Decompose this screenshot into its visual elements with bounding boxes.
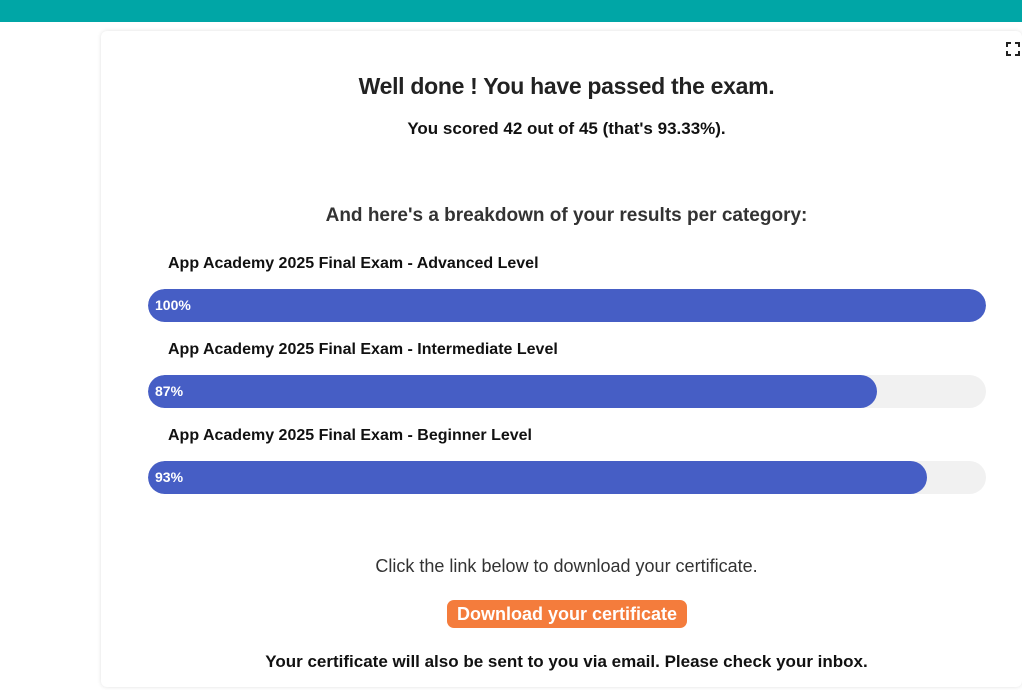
category-progress-fill: 100% (148, 289, 986, 322)
category-label: App Academy 2025 Final Exam - Intermedia… (168, 341, 558, 358)
category-progress-bar: 93% (148, 461, 986, 494)
score-text: You scored 42 out of 45 (that's 93.33%). (407, 119, 726, 138)
email-note: Your certificate will also be sent to yo… (265, 652, 868, 671)
category-percent: 93% (155, 469, 184, 485)
fullscreen-icon[interactable] (1006, 42, 1020, 56)
download-hint: Click the link below to download your ce… (375, 556, 758, 576)
category-label: App Academy 2025 Final Exam - Beginner L… (168, 427, 532, 444)
header-bar (0, 0, 1022, 22)
category-progress-bar: 100% (148, 289, 986, 322)
result-title: Well done ! You have passed the exam. (358, 73, 775, 99)
category-progress-fill: 93% (148, 461, 928, 494)
category-percent: 100% (155, 297, 191, 313)
breakdown-heading: And here's a breakdown of your results p… (325, 205, 808, 226)
category-percent: 87% (155, 383, 184, 399)
download-certificate-button[interactable]: Download your certificate (447, 600, 687, 628)
category-progress-bar: 87% (148, 375, 986, 408)
category-label: App Academy 2025 Final Exam - Advanced L… (168, 255, 539, 272)
category-progress-fill: 87% (148, 375, 878, 408)
